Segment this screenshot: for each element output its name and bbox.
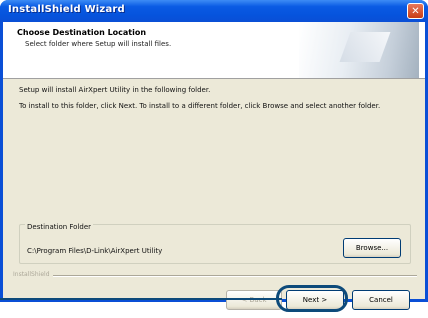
window-title: InstallShield Wizard bbox=[8, 4, 125, 15]
callout-highlight-ring bbox=[276, 285, 348, 312]
info-text-2: To install to this folder, click Next. T… bbox=[19, 102, 381, 110]
page-title: Choose Destination Location bbox=[17, 28, 147, 37]
installer-window: InstallShield Wizard ✕ Choose Destinatio… bbox=[0, 0, 428, 302]
close-icon: ✕ bbox=[411, 6, 420, 17]
close-button[interactable]: ✕ bbox=[407, 3, 424, 19]
info-text-1: Setup will install AirXpert Utility in t… bbox=[19, 86, 211, 94]
title-bar[interactable]: InstallShield Wizard ✕ bbox=[0, 0, 428, 22]
cancel-button[interactable]: Cancel bbox=[352, 290, 410, 310]
page-subtitle: Select folder where Setup will install f… bbox=[25, 40, 172, 48]
callout-pointer-line bbox=[0, 298, 282, 300]
destination-path: C:\Program Files\D-Link\AirXpert Utility bbox=[27, 247, 163, 255]
installshield-label: InstallShield bbox=[13, 271, 53, 278]
wizard-header: Choose Destination Location Select folde… bbox=[3, 22, 425, 79]
back-button[interactable]: < Back bbox=[226, 290, 282, 310]
browse-button[interactable]: Browse... bbox=[343, 238, 401, 258]
footer-divider bbox=[13, 275, 417, 277]
destination-folder-label: Destination Folder bbox=[25, 223, 94, 231]
